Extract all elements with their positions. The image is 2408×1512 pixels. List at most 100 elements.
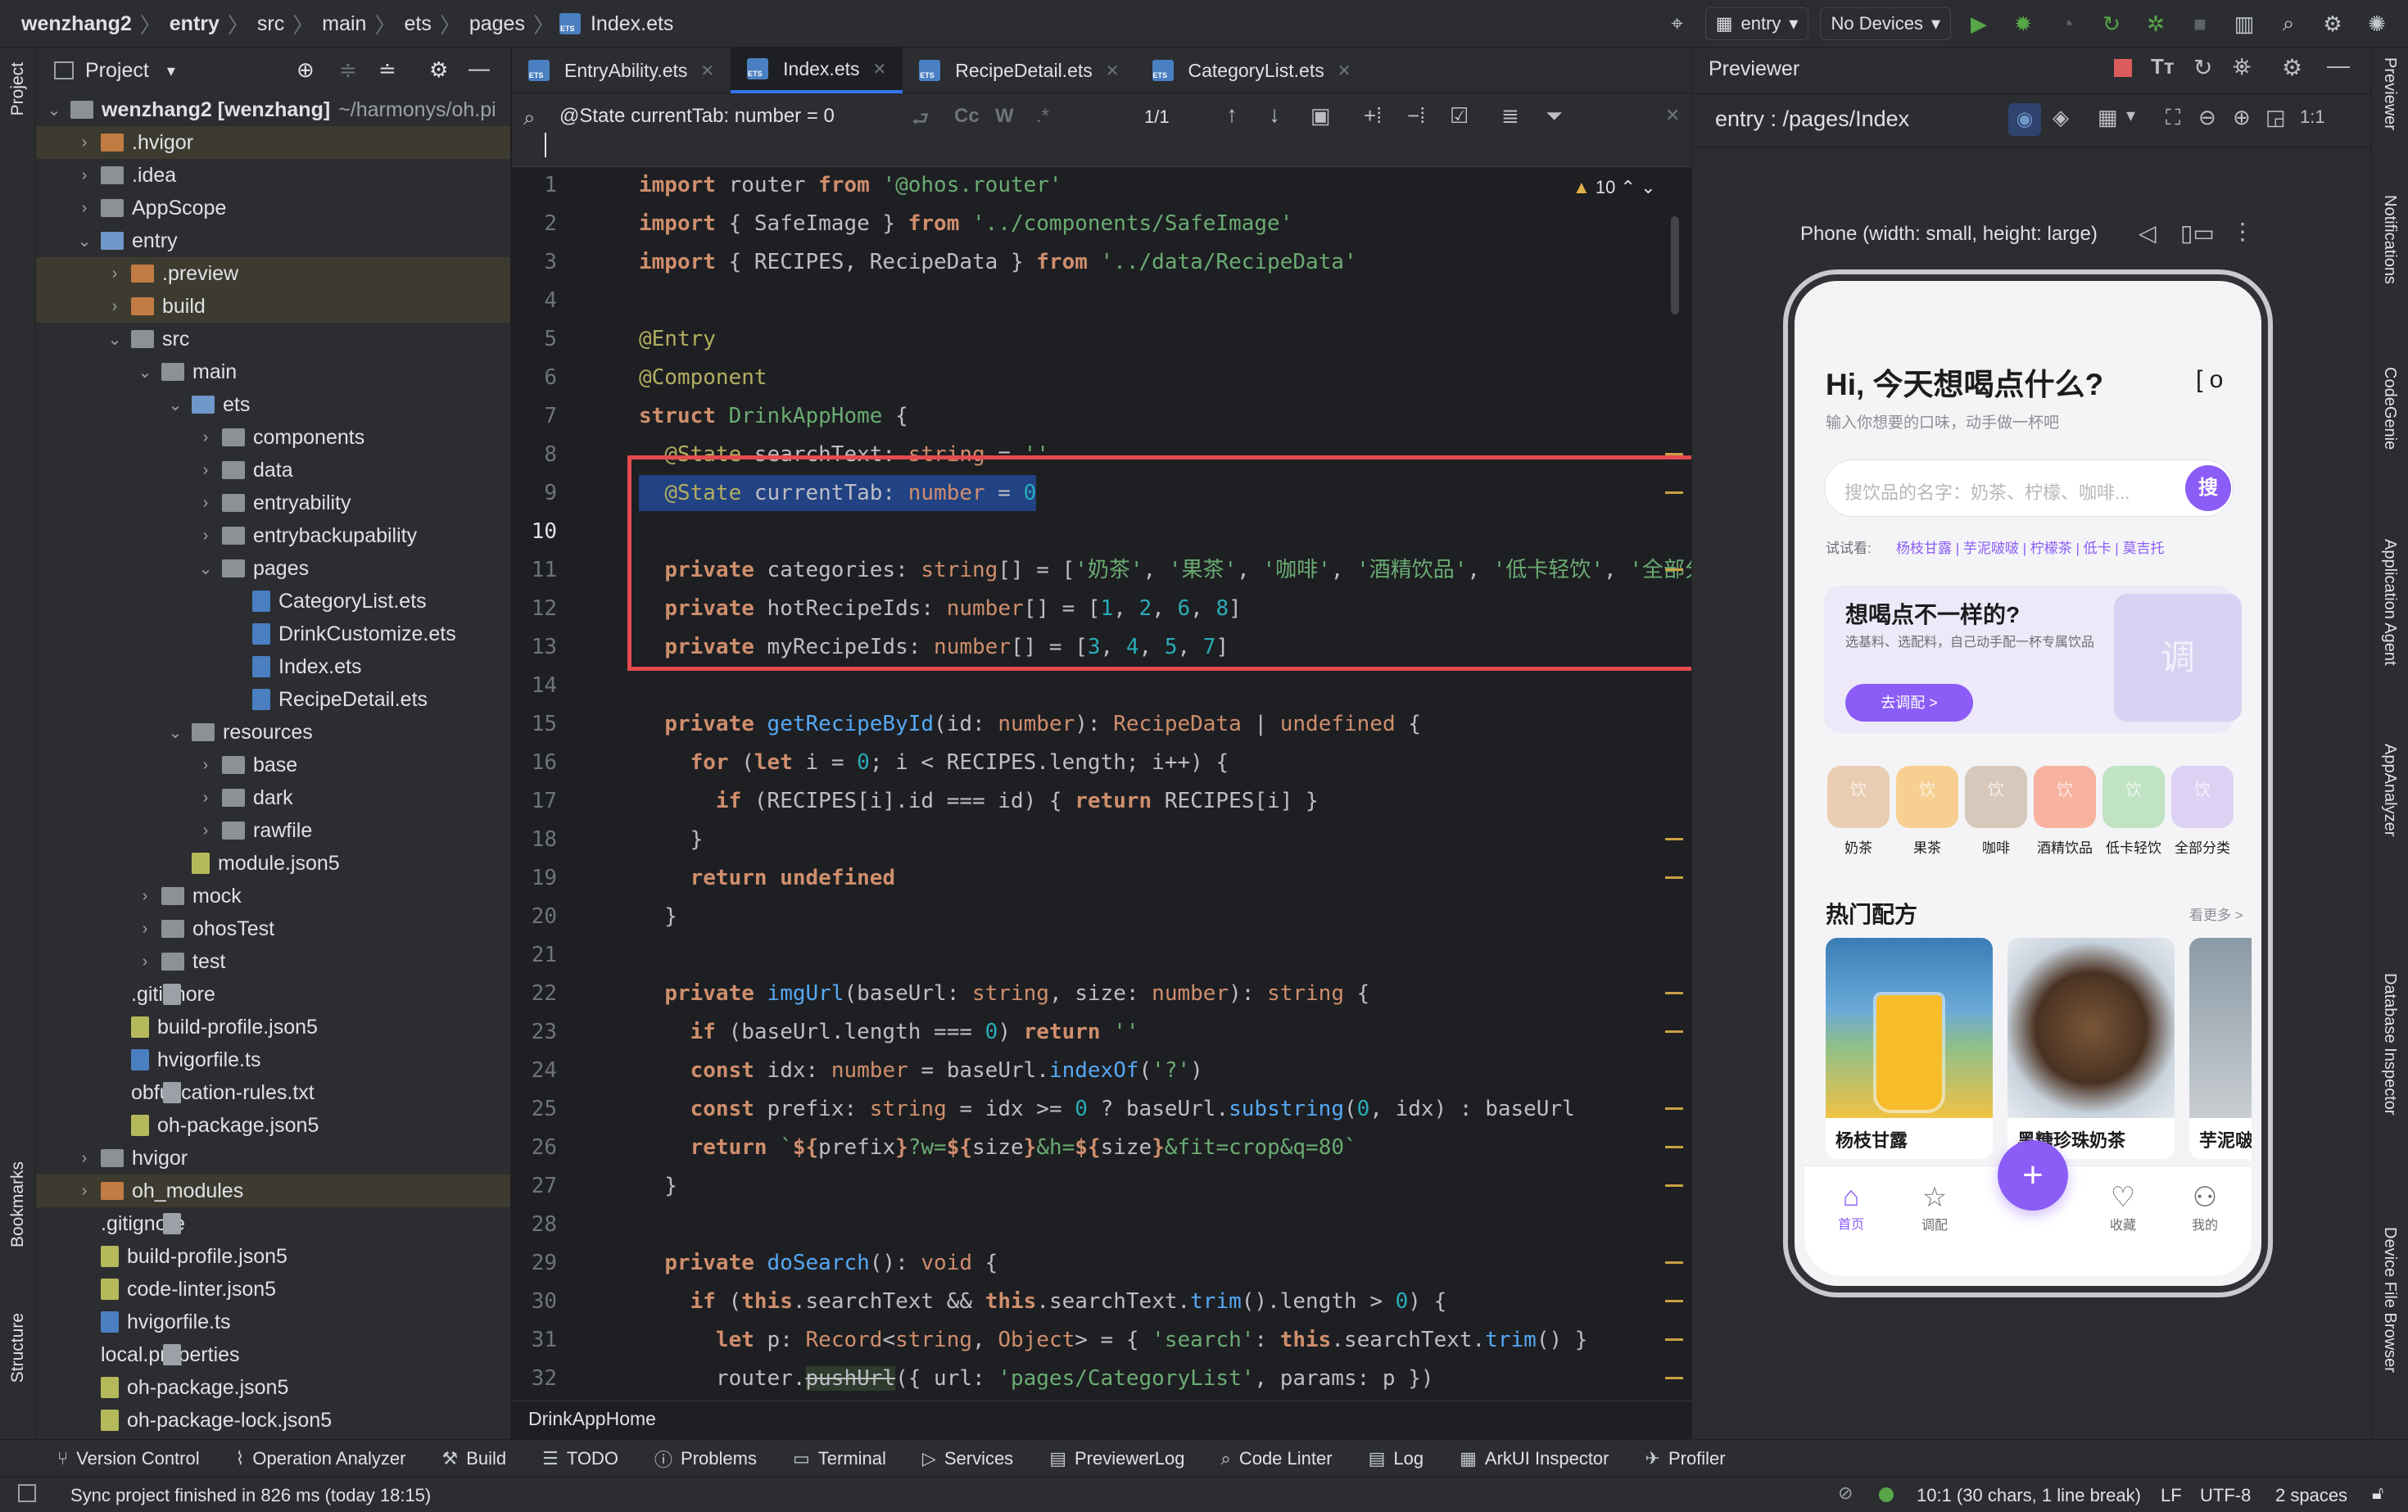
code-line[interactable]: 30 if (this.searchText && this.searchTex… (512, 1283, 1691, 1320)
promo-button[interactable]: 去调配 > (1845, 684, 1973, 722)
tree-item-components[interactable]: › components (36, 421, 510, 454)
device-select[interactable]: No Devices ▾ (1820, 7, 1951, 40)
tree-item-preview[interactable]: › .preview (36, 257, 510, 290)
tool-window-log[interactable]: ▤ Log (1369, 1448, 1424, 1469)
chevron-down-icon[interactable]: ⌄ (167, 722, 183, 743)
scan-icon[interactable]: [ o (2196, 366, 2223, 394)
attach-debugger-icon[interactable]: ✲ (2139, 7, 2172, 40)
chevron-right-icon[interactable]: › (197, 527, 214, 545)
code-editor[interactable]: ▲ 10 ⌃ ⌄ 1 import router from '@ohos.rout… (512, 167, 1691, 1392)
recipe-card[interactable]: 杨枝甘露 (1826, 938, 1993, 1159)
chevron-right-icon[interactable]: › (197, 494, 214, 513)
line-number[interactable]: 4 (512, 283, 557, 319)
code-line[interactable]: 18 } (512, 822, 1691, 858)
category-tile[interactable]: 饮 (2034, 766, 2096, 828)
line-number[interactable]: 3 (512, 244, 557, 280)
run-config-select[interactable]: ▦ entry ▾ (1704, 7, 1809, 40)
chevron-right-icon[interactable]: › (76, 1182, 93, 1201)
chevron-down-icon[interactable]: ⌄ (167, 395, 183, 415)
crosshair-icon[interactable]: ⌖ (1661, 7, 1694, 40)
indent-setting[interactable]: 2 spaces (2275, 1485, 2347, 1506)
close-icon[interactable]: ✕ (873, 59, 887, 79)
match-case-icon[interactable]: Cc (954, 105, 980, 128)
warning-stripe-mark[interactable] (1665, 1107, 1683, 1110)
tree-item-test[interactable]: › test (36, 945, 510, 978)
project-tool-button[interactable]: Project (8, 62, 28, 115)
remove-selection-icon[interactable]: −⁞ (1407, 103, 1425, 129)
tree-item-mock[interactable]: › mock (36, 880, 510, 912)
file-encoding[interactable]: UTF-8 (2200, 1485, 2251, 1506)
line-number[interactable]: 26 (512, 1129, 557, 1166)
bookmarks-tool-button[interactable]: Bookmarks (8, 1161, 28, 1247)
line-number[interactable]: 12 (512, 591, 557, 627)
tree-item-oh-package-json5[interactable]: oh-package.json5 (36, 1109, 510, 1142)
tool-button-device-file-browser[interactable]: Device File Browser (2380, 1227, 2399, 1373)
line-number[interactable]: 25 (512, 1091, 557, 1127)
chevron-down-icon[interactable]: ▾ (2126, 105, 2135, 126)
breadcrumb-project[interactable]: wenzhang2 (18, 12, 135, 36)
code-line[interactable]: 19 return undefined (512, 860, 1691, 896)
code-line[interactable]: 24 const idx: number = baseUrl.indexOf('… (512, 1053, 1691, 1089)
nav-customize[interactable]: ☆ 调配 (1906, 1181, 1963, 1234)
line-number[interactable]: 11 (512, 552, 557, 588)
close-icon[interactable]: ✕ (1338, 61, 1351, 81)
assistant-icon[interactable]: ✺ (2360, 7, 2393, 40)
tool-button-appanalyzer[interactable]: AppAnalyzer (2380, 744, 2399, 836)
profile-icon[interactable]: ◔ (2051, 7, 2084, 40)
preview-mode-icon[interactable]: ◉ (2008, 103, 2041, 136)
code-line[interactable]: 16 for (let i = 0; i < RECIPES.length; i… (512, 745, 1691, 781)
code-line[interactable]: 6 @Component (512, 360, 1691, 396)
code-line[interactable]: 3 import { RECIPES, RecipeData } from '..… (512, 244, 1691, 280)
lock-icon[interactable]: 🔓︎ (2372, 1483, 2383, 1504)
line-number[interactable]: 21 (512, 937, 557, 973)
tree-item-gitignore[interactable]: .gitignore (36, 1207, 510, 1240)
breadcrumb-src[interactable]: src (254, 12, 287, 36)
code-line[interactable]: 25 const prefix: string = idx >= 0 ? bas… (512, 1091, 1691, 1127)
layers-icon[interactable]: ◈ (2053, 105, 2069, 130)
tree-item-main[interactable]: ⌄ main (36, 355, 510, 388)
run-icon[interactable]: ▶ (1962, 7, 1995, 40)
tree-item-idea[interactable]: › .idea (36, 159, 510, 192)
breadcrumb-pages[interactable]: pages (466, 12, 528, 36)
warning-stripe-mark[interactable] (1665, 1338, 1683, 1341)
code-line[interactable]: 31 let p: Record<string, Object> = { 'se… (512, 1322, 1691, 1358)
line-number[interactable]: 5 (512, 321, 557, 357)
line-number[interactable]: 19 (512, 860, 557, 896)
tree-item-obfuscation-rules-txt[interactable]: obfuscation-rules.txt (36, 1076, 510, 1109)
code-line[interactable]: 29 private doSearch(): void { (512, 1245, 1691, 1281)
category-tile[interactable]: 饮 (1896, 766, 1958, 828)
device-manager-icon[interactable]: ▥ (2228, 7, 2261, 40)
tree-item-hvigor[interactable]: › .hvigor (36, 126, 510, 159)
fit-icon[interactable]: ⛶ (2166, 105, 2180, 131)
line-number[interactable]: 15 (512, 706, 557, 742)
chevron-right-icon[interactable]: › (76, 134, 93, 152)
search-icon[interactable]: ⌕ (2272, 7, 2305, 40)
chevron-right-icon[interactable]: › (197, 822, 214, 840)
open-in-window-icon[interactable]: ▣ (1310, 103, 1331, 129)
line-number[interactable]: 6 (512, 360, 557, 396)
nav-favorites[interactable]: ♡ 收藏 (2094, 1181, 2152, 1234)
category-tile[interactable]: 饮 (2102, 766, 2165, 828)
warning-stripe-mark[interactable] (1665, 1030, 1683, 1033)
tree-item-rawfile[interactable]: › rawfile (36, 814, 510, 847)
tool-window-todo[interactable]: ☰ TODO (542, 1448, 618, 1469)
code-line[interactable]: 15 private getRecipeById(id: number): Re… (512, 706, 1691, 742)
tree-item-src[interactable]: ⌄ src (36, 323, 510, 355)
tool-window-previewerlog[interactable]: ▤ PreviewerLog (1049, 1448, 1184, 1469)
recipe-card[interactable]: 黑糖珍珠奶茶 (2007, 938, 2175, 1159)
code-line[interactable]: 7 struct DrinkAppHome { (512, 398, 1691, 434)
code-line[interactable]: 21 (512, 937, 1691, 973)
tree-item-build-profile-json5[interactable]: build-profile.json5 (36, 1240, 510, 1273)
tool-window-terminal[interactable]: ▭ Terminal (793, 1448, 886, 1469)
try-suggestions[interactable]: 杨枝甘露 | 芋泥啵啵 | 柠檬茶 | 低卡 | 莫吉托 (1896, 536, 2164, 557)
more-link[interactable]: 看更多 > (2189, 903, 2243, 924)
tool-button-codegenie[interactable]: CodeGenie (2380, 367, 2399, 450)
chevron-right-icon[interactable]: › (76, 199, 93, 218)
code-line[interactable]: 1 import router from '@ohos.router' (512, 167, 1691, 203)
line-number[interactable]: 23 (512, 1014, 557, 1050)
tree-item-resources[interactable]: ⌄ resources (36, 716, 510, 749)
code-line[interactable]: 23 if (baseUrl.length === 0) return '' (512, 1014, 1691, 1050)
status-ok-icon[interactable] (1879, 1487, 1894, 1502)
apply-changes-icon[interactable]: ↻ (2095, 7, 2128, 40)
more-icon[interactable]: ⋮ (2231, 218, 2254, 245)
